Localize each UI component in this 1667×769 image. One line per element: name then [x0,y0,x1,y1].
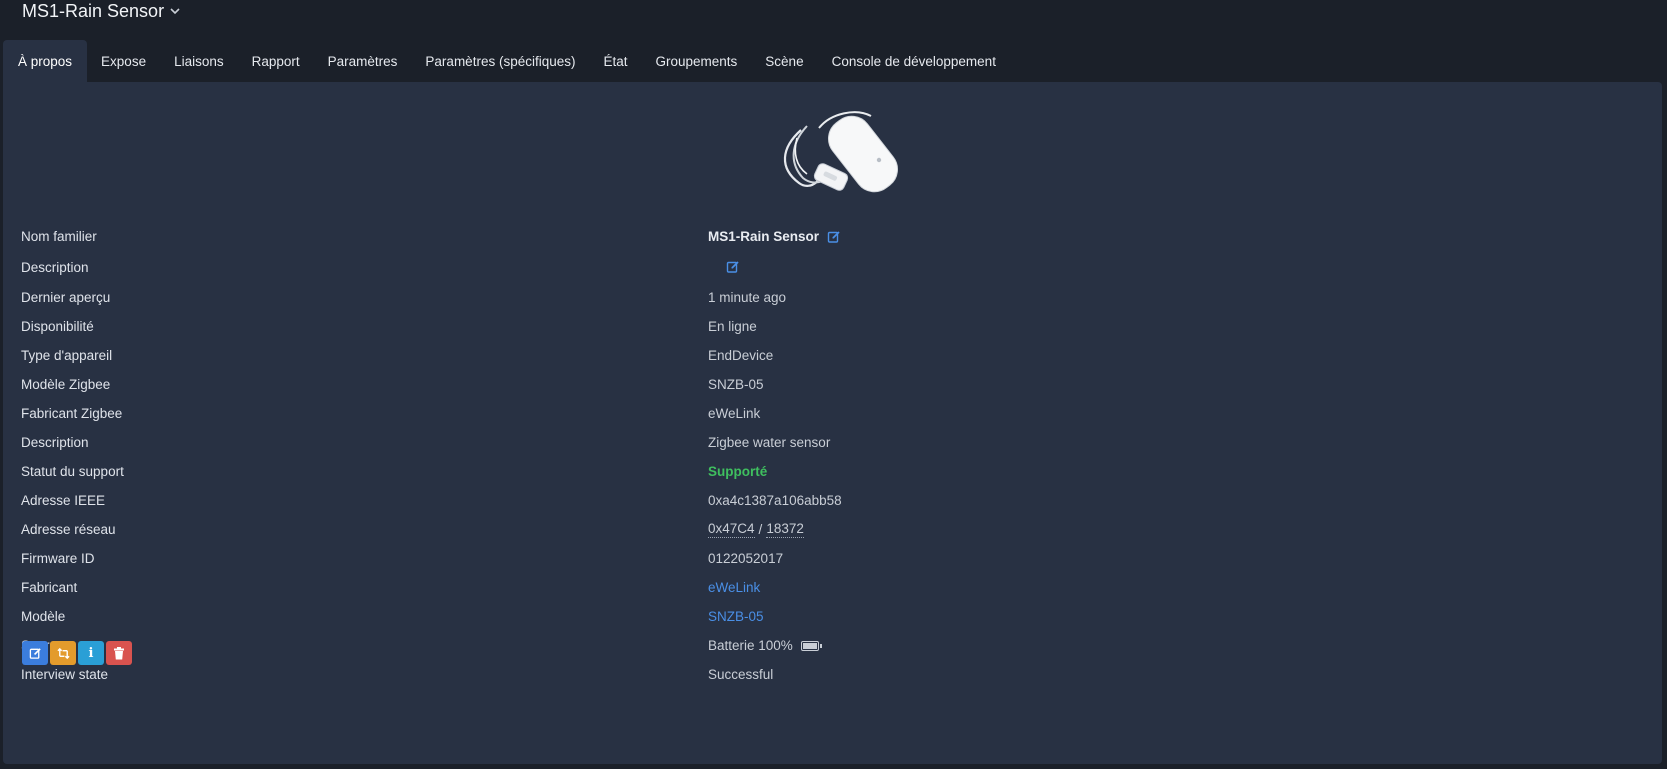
firmware-id-value: 0122052017 [708,551,784,566]
top-bar: MS1-Rain Sensor [0,0,1667,42]
model-description-label: Description [21,435,89,450]
support-status-value: Supporté [708,464,768,479]
about-panel: Nom familier MS1-Rain Sensor Description [3,82,1662,764]
edit-icon[interactable] [726,260,740,274]
ieee-address-label: Adresse IEEE [21,493,106,508]
chevron-down-icon [170,6,180,18]
device-info-list: Nom familier MS1-Rain Sensor Description [21,222,1621,689]
info-icon: i [88,645,94,661]
source-value: Batterie 100% [708,638,793,653]
zigbee-manufacturer-label: Fabricant Zigbee [21,406,123,421]
info-row-availability: Disponibilité En ligne [21,312,1621,341]
device-selector[interactable]: MS1-Rain Sensor [22,0,180,22]
zigbee-manufacturer-value: eWeLink [708,406,761,421]
friendly-name-value: MS1-Rain Sensor [708,229,820,244]
info-row-zigbee-manufacturer: Fabricant Zigbee eWeLink [21,399,1621,428]
firmware-id-label: Firmware ID [21,551,95,566]
zigbee-model-label: Modèle Zigbee [21,377,111,392]
model-description-value: Zigbee water sensor [708,435,831,450]
battery-icon [800,640,822,651]
tab-groups[interactable]: Groupements [642,40,752,82]
trash-icon [114,646,124,659]
description-label: Description [21,259,89,275]
info-row-model: Modèle SNZB-05 [21,602,1621,631]
info-row-zigbee-model: Modèle Zigbee SNZB-05 [21,370,1621,399]
tab-about[interactable]: À propos [3,40,88,82]
interview-state-value: Successful [708,667,774,682]
reconfigure-button[interactable] [50,641,76,665]
rename-button[interactable] [22,641,48,665]
tab-dev-console[interactable]: Console de développement [818,40,1010,82]
support-status-label: Statut du support [21,464,124,479]
tab-bindings[interactable]: Liaisons [160,40,238,82]
info-row-manufacturer: Fabricant eWeLink [21,573,1621,602]
tab-scene[interactable]: Scène [751,40,817,82]
info-row-firmware-id: Firmware ID 0122052017 [21,544,1621,573]
ieee-address-value: 0xa4c1387a106abb58 [708,493,842,508]
interview-button[interactable]: i [78,641,104,665]
tab-reporting[interactable]: Rapport [238,40,314,82]
tab-bar: À propos Expose Liaisons Rapport Paramèt… [3,40,1010,82]
info-row-friendly-name: Nom familier MS1-Rain Sensor [21,222,1621,251]
device-type-value: EndDevice [708,348,774,363]
info-row-support-status: Statut du support Supporté [21,457,1621,486]
network-address-label: Adresse réseau [21,522,116,537]
manufacturer-label: Fabricant [21,580,78,595]
model-label: Modèle [21,609,66,624]
remove-button[interactable] [106,641,132,665]
model-link[interactable]: SNZB-05 [708,609,764,624]
network-address-hex: 0x47C4 [708,521,755,538]
info-row-device-type: Type d'appareil EndDevice [21,341,1621,370]
info-row-description-model: Description Zigbee water sensor [21,428,1621,457]
tab-state[interactable]: État [589,40,641,82]
manufacturer-link[interactable]: eWeLink [708,580,760,595]
device-actions: i [22,641,132,665]
last-seen-label: Dernier aperçu [21,290,111,305]
edit-icon[interactable] [827,230,841,244]
info-row-network-address: Adresse réseau 0x47C4 / 18372 [21,515,1621,544]
tab-expose[interactable]: Expose [87,40,160,82]
availability-label: Disponibilité [21,319,94,334]
tab-settings[interactable]: Paramètres [314,40,412,82]
last-seen-value: 1 minute ago [708,290,787,305]
network-address-separator: / [758,522,763,537]
app-window: MS1-Rain Sensor À propos Expose Liaisons… [0,0,1667,769]
zigbee-model-value: SNZB-05 [708,377,764,392]
device-image [783,111,899,193]
interview-state-label: Interview state [21,667,109,682]
info-row-source: Source Batterie 100% [21,631,1621,660]
device-title: MS1-Rain Sensor [22,0,165,21]
edit-icon [29,647,41,659]
network-address-dec: 18372 [766,521,804,538]
tab-settings-specific[interactable]: Paramètres (spécifiques) [411,40,589,82]
info-row-last-seen: Dernier aperçu 1 minute ago [21,283,1621,312]
device-type-label: Type d'appareil [21,348,113,363]
info-row-description: Description [21,251,1621,283]
availability-value: En ligne [708,319,757,334]
info-row-ieee-address: Adresse IEEE 0xa4c1387a106abb58 [21,486,1621,515]
info-row-interview-state: Interview state Successful [21,660,1621,689]
friendly-name-label: Nom familier [21,229,97,244]
swap-icon [56,647,70,659]
